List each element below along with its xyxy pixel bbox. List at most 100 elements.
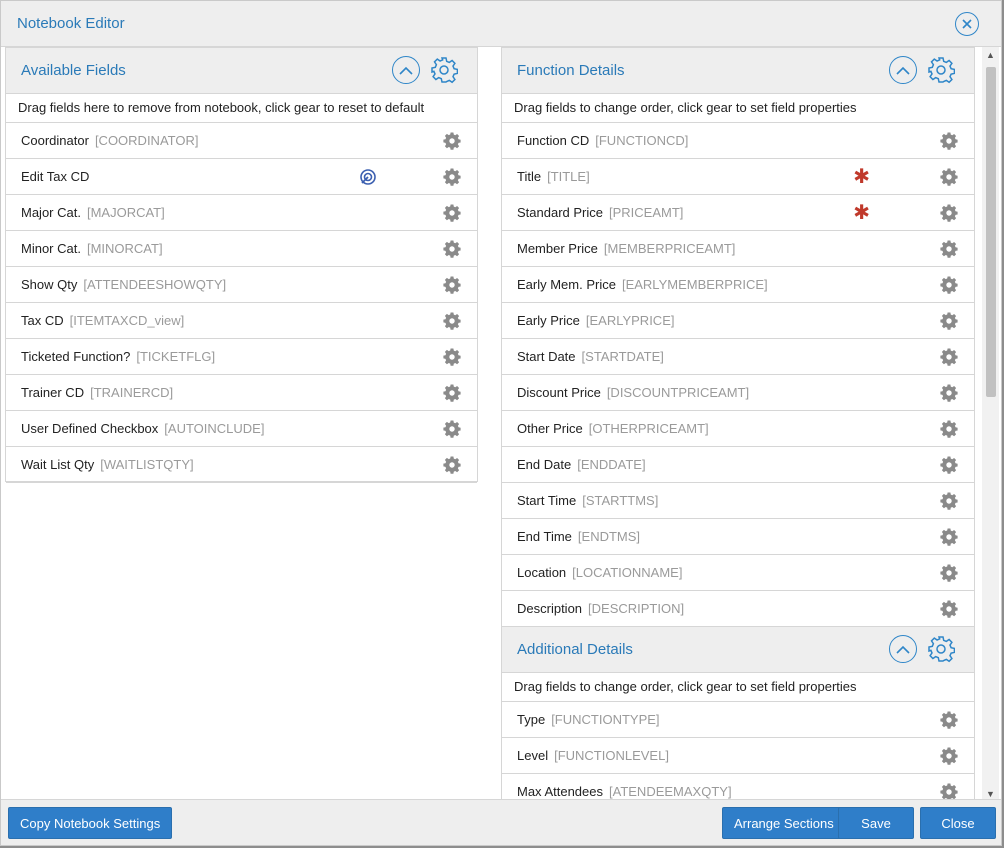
gear-icon[interactable]: [443, 456, 461, 474]
gear-icon[interactable]: [940, 348, 958, 366]
field-label-text: Level: [517, 748, 549, 763]
function-details-panel: Function Details Drag fields to change o…: [501, 47, 975, 627]
field-code: [FUNCTIONCD]: [595, 133, 689, 148]
arrange-sections-button[interactable]: Arrange Sections: [722, 807, 846, 839]
field-row[interactable]: Show Qty [ATTENDEESHOWQTY]: [6, 267, 477, 303]
field-label-text: Trainer CD: [21, 385, 85, 400]
gear-icon[interactable]: [940, 384, 958, 402]
field-row[interactable]: Tax CD [ITEMTAXCD_view]: [6, 303, 477, 339]
gear-icon[interactable]: [940, 747, 958, 765]
dialog-title: Notebook Editor: [17, 15, 125, 32]
gear-icon[interactable]: [940, 711, 958, 729]
field-label: Major Cat. [MAJORCAT]: [21, 205, 165, 220]
chevron-up-icon[interactable]: [392, 56, 420, 84]
field-row[interactable]: Discount Price [DISCOUNTPRICEAMT]: [502, 375, 974, 411]
gear-icon[interactable]: [926, 634, 956, 664]
field-label: End Date [ENDDATE]: [517, 457, 646, 472]
gear-icon[interactable]: [926, 55, 956, 85]
gear-icon[interactable]: [940, 420, 958, 438]
target-icon[interactable]: [359, 168, 377, 186]
field-row[interactable]: Edit Tax CD: [6, 159, 477, 195]
gear-icon[interactable]: [443, 312, 461, 330]
field-label-text: Function CD: [517, 133, 590, 148]
field-row[interactable]: Minor Cat. [MINORCAT]: [6, 231, 477, 267]
field-label: Tax CD [ITEMTAXCD_view]: [21, 313, 184, 328]
scrollbar-thumb[interactable]: [986, 67, 996, 397]
gear-icon[interactable]: [443, 132, 461, 150]
close-icon[interactable]: [955, 12, 979, 36]
chevron-up-icon[interactable]: [889, 56, 917, 84]
field-row[interactable]: User Defined Checkbox [AUTOINCLUDE]: [6, 411, 477, 447]
panel-title: Additional Details: [517, 641, 633, 658]
field-row[interactable]: Type [FUNCTIONTYPE]: [502, 702, 974, 738]
field-label-text: Member Price: [517, 241, 598, 256]
field-row[interactable]: Member Price [MEMBERPRICEAMT]: [502, 231, 974, 267]
gear-icon[interactable]: [443, 384, 461, 402]
field-row[interactable]: Standard Price [PRICEAMT] ✱: [502, 195, 974, 231]
dialog-titlebar: Notebook Editor: [1, 1, 1001, 47]
field-code: [MINORCAT]: [86, 241, 163, 256]
close-button[interactable]: Close: [920, 807, 996, 839]
field-row[interactable]: Function CD [FUNCTIONCD]: [502, 123, 974, 159]
field-code: [MEMBERPRICEAMT]: [603, 241, 736, 256]
gear-icon[interactable]: [443, 168, 461, 186]
field-label: Early Price [EARLYPRICE]: [517, 313, 674, 328]
field-row[interactable]: Start Date [STARTDATE]: [502, 339, 974, 375]
field-label: Location [LOCATIONNAME]: [517, 565, 682, 580]
field-code: [TRAINERCD]: [90, 385, 174, 400]
gear-icon[interactable]: [940, 528, 958, 546]
scroll-up-arrow-icon[interactable]: ▲: [985, 50, 996, 60]
gear-icon[interactable]: [940, 492, 958, 510]
gear-icon[interactable]: [940, 168, 958, 186]
asterisk-icon: ✱: [853, 202, 870, 224]
field-label-text: Max Attendees: [517, 784, 603, 799]
gear-icon[interactable]: [940, 456, 958, 474]
field-row[interactable]: Ticketed Function? [TICKETFLG]: [6, 339, 477, 375]
field-label-text: Title: [517, 169, 542, 184]
field-row[interactable]: Other Price [OTHERPRICEAMT]: [502, 411, 974, 447]
gear-icon[interactable]: [443, 276, 461, 294]
field-label: Standard Price [PRICEAMT]: [517, 205, 683, 220]
field-code: [PRICEAMT]: [609, 205, 684, 220]
gear-icon[interactable]: [429, 55, 459, 85]
gear-icon[interactable]: [443, 204, 461, 222]
field-row[interactable]: Trainer CD [TRAINERCD]: [6, 375, 477, 411]
gear-icon[interactable]: [443, 240, 461, 258]
field-row[interactable]: Max Attendees [ATENDEEMAXQTY]: [502, 774, 974, 802]
field-label: Member Price [MEMBERPRICEAMT]: [517, 241, 735, 256]
field-row[interactable]: Title [TITLE] ✱: [502, 159, 974, 195]
field-row[interactable]: Coordinator [COORDINATOR]: [6, 123, 477, 159]
field-label-text: Minor Cat.: [21, 241, 81, 256]
chevron-up-icon[interactable]: [889, 635, 917, 663]
field-row[interactable]: Major Cat. [MAJORCAT]: [6, 195, 477, 231]
copy-notebook-settings-button[interactable]: Copy Notebook Settings: [8, 807, 173, 839]
field-row[interactable]: Early Price [EARLYPRICE]: [502, 303, 974, 339]
field-code: [WAITLISTQTY]: [100, 457, 194, 472]
field-row[interactable]: End Date [ENDDATE]: [502, 447, 974, 483]
vertical-scrollbar[interactable]: ▲ ▼: [982, 47, 999, 802]
field-code: [DISCOUNTPRICEAMT]: [606, 385, 750, 400]
field-row[interactable]: End Time [ENDTMS]: [502, 519, 974, 555]
gear-icon[interactable]: [443, 348, 461, 366]
gear-icon[interactable]: [940, 240, 958, 258]
field-row[interactable]: Early Mem. Price [EARLYMEMBERPRICE]: [502, 267, 974, 303]
gear-icon[interactable]: [940, 204, 958, 222]
scroll-down-arrow-icon[interactable]: ▼: [985, 789, 996, 799]
field-row[interactable]: Wait List Qty [WAITLISTQTY]: [6, 447, 477, 483]
field-row[interactable]: Location [LOCATIONNAME]: [502, 555, 974, 591]
field-code: [STARTDATE]: [581, 349, 664, 364]
field-code: [TICKETFLG]: [136, 349, 216, 364]
field-label: Ticketed Function? [TICKETFLG]: [21, 349, 215, 364]
gear-icon[interactable]: [940, 564, 958, 582]
gear-icon[interactable]: [443, 420, 461, 438]
save-button[interactable]: Save: [838, 807, 914, 839]
gear-icon[interactable]: [940, 600, 958, 618]
field-row[interactable]: Level [FUNCTIONLEVEL]: [502, 738, 974, 774]
field-label: Description [DESCRIPTION]: [517, 601, 684, 616]
field-row[interactable]: Description [DESCRIPTION]: [502, 591, 974, 627]
gear-icon[interactable]: [940, 312, 958, 330]
gear-icon[interactable]: [940, 132, 958, 150]
field-code: [ENDDATE]: [577, 457, 646, 472]
gear-icon[interactable]: [940, 276, 958, 294]
field-row[interactable]: Start Time [STARTTMS]: [502, 483, 974, 519]
